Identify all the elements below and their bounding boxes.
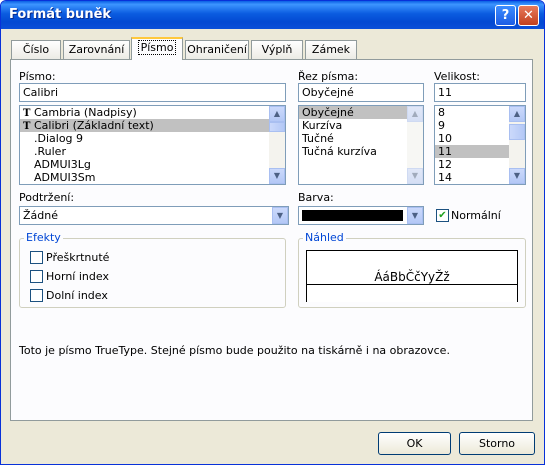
normal-font-checkbox[interactable]: ✔ xyxy=(436,209,449,222)
font-list-scrollbar[interactable]: ▲ ▼ xyxy=(269,106,285,184)
close-button[interactable]: ✕ xyxy=(518,5,539,26)
scroll-up-icon[interactable]: ▲ xyxy=(407,106,423,122)
underline-select[interactable]: Žádné ▼ xyxy=(19,206,289,225)
font-style-input[interactable]: Obyčejné xyxy=(298,83,424,102)
title-bar[interactable]: Formát buněk ? ✕ xyxy=(1,1,544,29)
underline-label: Podtržení: xyxy=(19,191,75,204)
superscript-checkbox[interactable] xyxy=(30,270,43,283)
tab-protection[interactable]: Zámek xyxy=(305,40,357,59)
font-item-admui3sm[interactable]: ADMUI3Sm xyxy=(20,171,285,184)
font-item-cambria[interactable]: T Cambria (Nadpisy) xyxy=(20,106,285,119)
font-label: Písmo: xyxy=(19,70,56,83)
preview-group-label: Náhled xyxy=(303,231,346,244)
chevron-down-icon[interactable]: ▼ xyxy=(407,207,423,224)
cancel-button[interactable]: Storno xyxy=(459,432,535,455)
strikethrough-checkbox[interactable] xyxy=(30,251,43,264)
style-item-bold[interactable]: Tučné xyxy=(299,132,423,145)
color-label: Barva: xyxy=(298,191,334,204)
dialog-title: Formát buněk xyxy=(9,7,112,22)
font-size-label: Velikost: xyxy=(434,70,481,83)
font-item-dialog[interactable]: .Dialog 9 xyxy=(20,132,285,145)
preview-baseline xyxy=(306,284,518,285)
tab-font[interactable]: Písmo xyxy=(131,37,183,60)
subscript-checkbox[interactable] xyxy=(30,289,43,302)
strikethrough-label: Přeškrtnuté xyxy=(46,251,110,264)
style-item-regular[interactable]: Obyčejné xyxy=(299,106,423,119)
normal-font-label: Normální xyxy=(451,209,501,222)
font-style-list[interactable]: Obyčejné Kurzíva Tučné Tučná kurzíva ▲ ▼ xyxy=(298,105,424,185)
font-name-input[interactable]: Calibri xyxy=(19,83,286,102)
style-item-bold-italic[interactable]: Tučná kurzíva xyxy=(299,145,423,158)
preview-box: ÁáBbČčYyŽž xyxy=(306,250,518,302)
subscript-label: Dolní index xyxy=(46,289,108,302)
scroll-up-icon[interactable]: ▲ xyxy=(269,106,285,122)
size-list-scrollbar[interactable]: ▲ ▼ xyxy=(509,106,525,184)
checkmark-icon: ✔ xyxy=(438,210,447,221)
chevron-down-icon[interactable]: ▼ xyxy=(272,207,288,224)
scroll-up-icon[interactable]: ▲ xyxy=(509,106,525,122)
tab-number[interactable]: Číslo xyxy=(11,40,61,59)
font-item-calibri[interactable]: T Calibri (Základní text) xyxy=(20,119,285,132)
superscript-label: Horní index xyxy=(46,270,109,283)
font-info-text: Toto je písmo TrueType. Stejné písmo bud… xyxy=(19,344,450,357)
font-list[interactable]: T Cambria (Nadpisy) T Calibri (Základní te… xyxy=(19,105,286,185)
scroll-down-icon[interactable]: ▼ xyxy=(509,168,525,184)
font-size-list[interactable]: 8 9 10 11 12 14 ▲ ▼ xyxy=(434,105,526,185)
ok-button[interactable]: OK xyxy=(378,432,451,455)
underline-value: Žádné xyxy=(23,209,58,222)
help-button[interactable]: ? xyxy=(495,5,516,26)
style-list-scrollbar[interactable]: ▲ ▼ xyxy=(407,106,423,184)
tab-border[interactable]: Ohraničení xyxy=(185,40,249,59)
scroll-down-icon[interactable]: ▼ xyxy=(269,168,285,184)
font-item-ruler[interactable]: .Ruler xyxy=(20,145,285,158)
tab-fill[interactable]: Výplň xyxy=(251,40,303,59)
effects-group-label: Efekty xyxy=(24,231,63,244)
scroll-thumb[interactable] xyxy=(269,122,285,132)
font-style-label: Řez písma: xyxy=(298,70,359,83)
format-cells-dialog: Formát buněk ? ✕ Číslo Zarovnání Písmo O… xyxy=(0,0,545,465)
font-size-input[interactable]: 11 xyxy=(434,83,526,102)
truetype-icon: T xyxy=(23,121,31,132)
scroll-down-icon[interactable]: ▼ xyxy=(407,168,423,184)
style-item-italic[interactable]: Kurzíva xyxy=(299,119,423,132)
scroll-thumb[interactable] xyxy=(509,124,525,140)
preview-sample-text: ÁáBbČčYyŽž xyxy=(374,270,450,284)
tab-alignment[interactable]: Zarovnání xyxy=(63,40,130,59)
font-item-admui3lg[interactable]: ADMUI3Lg xyxy=(20,158,285,171)
color-swatch xyxy=(302,210,403,221)
color-select[interactable]: ▼ xyxy=(298,206,424,225)
